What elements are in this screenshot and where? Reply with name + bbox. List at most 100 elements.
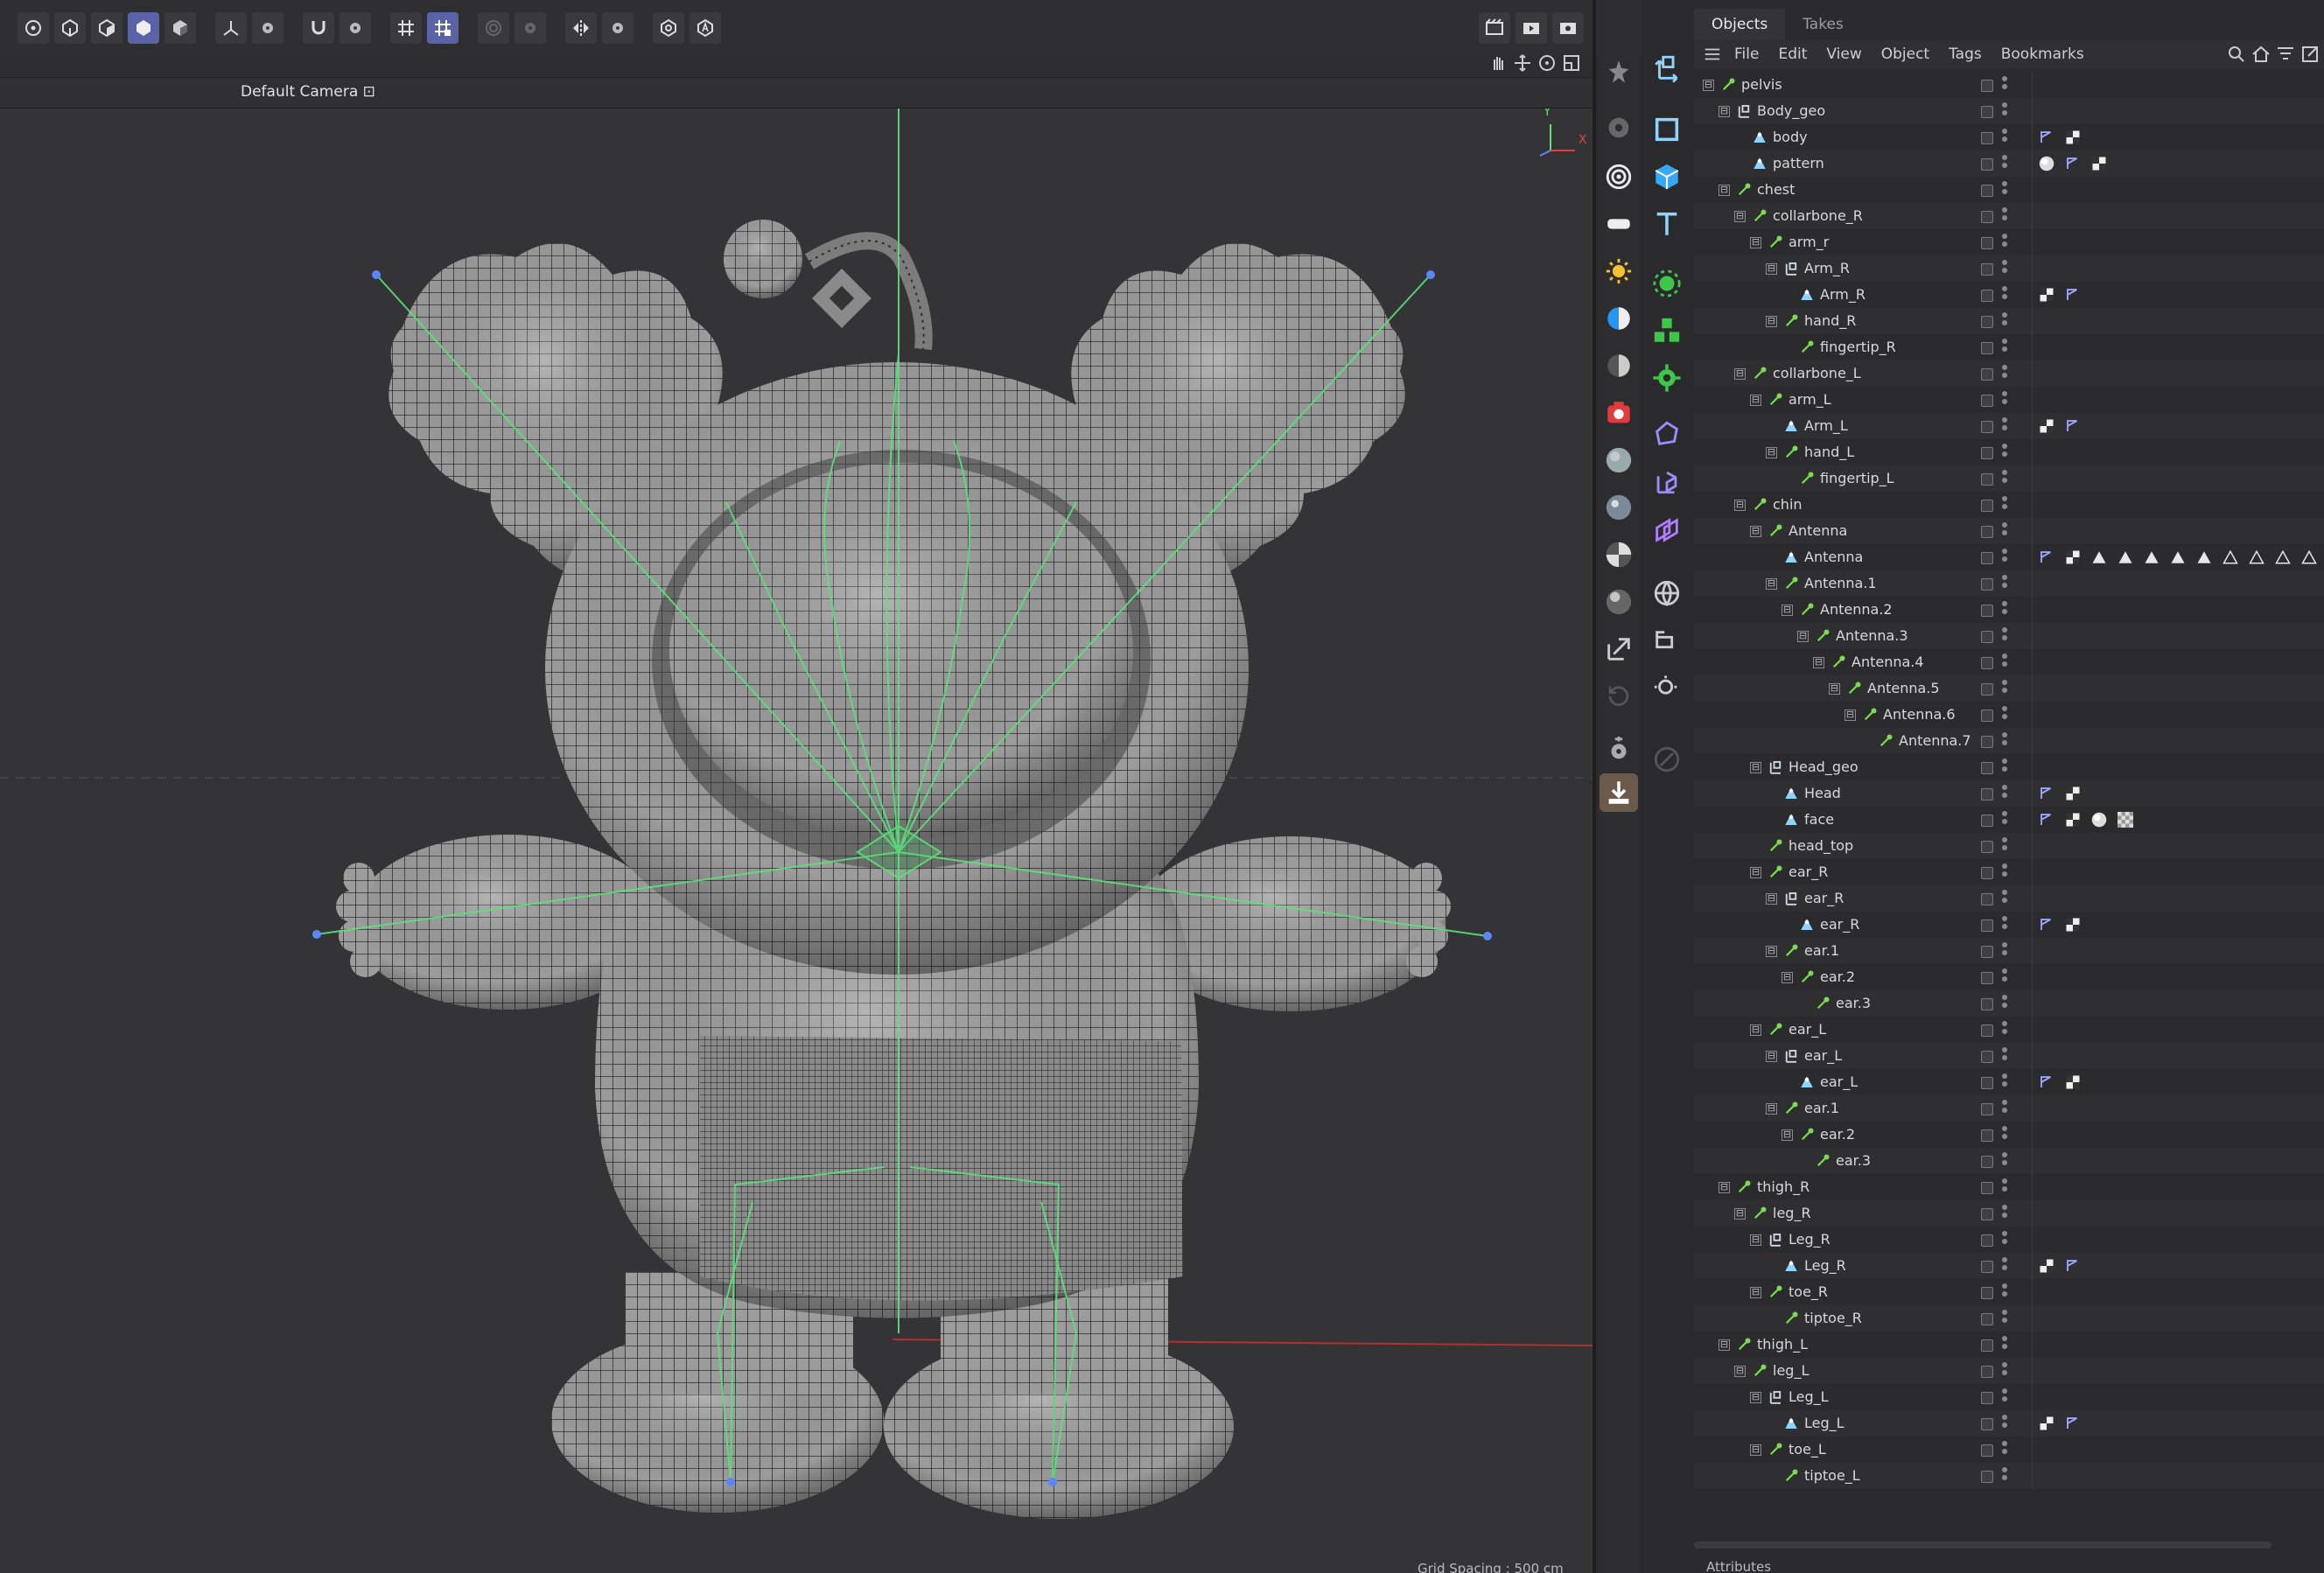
soft-select-settings-icon[interactable] [514, 12, 546, 44]
panel-divider[interactable] [1592, 0, 1596, 1573]
expand-toggle-icon[interactable]: ⊟ [1766, 316, 1777, 327]
object-name[interactable]: face [1804, 811, 1834, 828]
object-name[interactable]: pelvis [1741, 76, 1782, 93]
object-name[interactable]: Antenna.6 [1883, 706, 1956, 723]
visibility-dots[interactable] [2002, 365, 2009, 382]
edit-check-icon[interactable] [1981, 788, 1993, 800]
edit-check-icon[interactable] [1981, 1182, 1993, 1194]
checker-big-tag-icon[interactable] [2118, 812, 2133, 828]
edit-check-icon[interactable] [1981, 263, 1993, 276]
chrome-sphere-icon[interactable] [1600, 583, 1638, 621]
edit-check-icon[interactable] [1981, 1024, 1993, 1037]
edit-check-icon[interactable] [1981, 867, 1993, 879]
visibility-dots[interactable] [2002, 680, 2009, 697]
polygon-mode-icon[interactable] [91, 12, 122, 44]
expand-toggle-icon[interactable]: ⊟ [1782, 1129, 1793, 1141]
visibility-dots[interactable] [2002, 444, 2009, 461]
visibility-dots[interactable] [2002, 522, 2009, 540]
object-name[interactable]: collarbone_R [1773, 207, 1863, 224]
render-settings-icon[interactable] [1552, 12, 1584, 44]
home-icon[interactable] [2250, 44, 2272, 65]
tree-row[interactable]: body [1694, 124, 2324, 150]
visibility-dots[interactable] [2002, 1047, 2009, 1065]
tree-row[interactable]: Antenna.7 [1694, 728, 2324, 754]
object-name[interactable]: Leg_R [1788, 1231, 1830, 1248]
object-name[interactable]: Body_geo [1757, 102, 1825, 119]
edit-check-icon[interactable] [1981, 1208, 1993, 1220]
object-name[interactable]: ear_R [1804, 890, 1844, 906]
tree-row[interactable]: ⊟ collarbone_L [1694, 360, 2324, 387]
object-name[interactable]: head_top [1788, 837, 1853, 854]
visibility-dots[interactable] [2002, 312, 2009, 330]
tree-row[interactable]: ⊟ Antenna.1 [1694, 570, 2324, 597]
object-name[interactable]: ear_R [1820, 916, 1859, 933]
tree-row[interactable]: Head [1694, 780, 2324, 807]
object-name[interactable]: Leg_L [1804, 1415, 1844, 1431]
tree-row[interactable]: ear.3 [1694, 990, 2324, 1017]
axis-icon[interactable] [215, 12, 247, 44]
object-name[interactable]: arm_L [1788, 391, 1831, 408]
visibility-dots[interactable] [2002, 470, 2009, 487]
visibility-dots[interactable] [2002, 207, 2009, 225]
tree-row[interactable]: ear.3 [1694, 1148, 2324, 1174]
visibility-dots[interactable] [2002, 1415, 2009, 1432]
object-name[interactable]: collarbone_L [1773, 365, 1861, 381]
checker-sphere-icon[interactable] [1600, 535, 1638, 574]
tree-row[interactable]: head_top [1694, 833, 2324, 859]
camera-icon[interactable] [1600, 394, 1638, 432]
menu-file[interactable]: File [1734, 45, 1759, 63]
edit-check-icon[interactable] [1981, 1339, 1993, 1352]
tree-row[interactable]: ear_R [1694, 912, 2324, 938]
magnet-settings-icon[interactable] [340, 12, 371, 44]
tri-outline-tag-icon[interactable] [2249, 549, 2264, 565]
visibility-dots[interactable] [2002, 732, 2009, 750]
expand-toggle-icon[interactable]: ⊟ [1766, 263, 1777, 275]
weight-tag-icon[interactable] [2039, 786, 2054, 801]
expand-toggle-icon[interactable]: ⊟ [1734, 500, 1746, 511]
tree-row[interactable]: ⊟ leg_R [1694, 1200, 2324, 1227]
tree-row[interactable]: fingertip_R [1694, 334, 2324, 360]
object-name[interactable]: ear.2 [1820, 1126, 1855, 1143]
edit-check-icon[interactable] [1981, 1313, 1993, 1325]
sky-icon[interactable] [1600, 346, 1638, 385]
target-icon[interactable] [1600, 157, 1638, 196]
tree-row[interactable]: ⊟ toe_R [1694, 1279, 2324, 1305]
tree-row[interactable]: Leg_R [1694, 1253, 2324, 1279]
visibility-dots[interactable] [2002, 1441, 2009, 1458]
rotate-icon[interactable] [1536, 52, 1558, 73]
tree-row[interactable]: ⊟ ear.2 [1694, 964, 2324, 990]
expand-toggle-icon[interactable]: ⊟ [1766, 447, 1777, 458]
object-name[interactable]: Antenna.2 [1820, 601, 1893, 618]
tree-row[interactable]: Arm_L [1694, 413, 2324, 439]
tree-row[interactable]: ⊟ leg_L [1694, 1358, 2324, 1384]
download-icon[interactable] [1600, 773, 1638, 812]
object-name[interactable]: fingertip_L [1820, 470, 1894, 486]
tree-row[interactable]: ⊟ arm_L [1694, 387, 2324, 413]
object-name[interactable]: toe_R [1788, 1283, 1828, 1300]
object-name[interactable]: ear_L [1788, 1021, 1826, 1038]
field-icon[interactable] [1648, 511, 1686, 549]
edit-check-icon[interactable] [1981, 1129, 1993, 1142]
object-name[interactable]: Antenna [1804, 549, 1863, 565]
tree-row[interactable]: ⊟ Arm_R [1694, 255, 2324, 282]
visibility-dots[interactable] [2002, 1100, 2009, 1117]
checker-tag-icon[interactable] [2065, 129, 2081, 145]
visibility-dots[interactable] [2002, 863, 2009, 881]
tri-tag-icon[interactable] [2118, 549, 2133, 565]
edit-check-icon[interactable] [1981, 814, 1993, 827]
expand-toggle-icon[interactable]: ⊟ [1734, 1366, 1746, 1377]
magnet-icon[interactable] [303, 12, 334, 44]
tree-row[interactable]: ⊟ arm_r [1694, 229, 2324, 255]
visibility-dots[interactable] [2002, 1310, 2009, 1327]
visibility-dots[interactable] [2002, 1283, 2009, 1301]
menu-view[interactable]: View [1826, 45, 1861, 63]
object-name[interactable]: Antenna.7 [1899, 732, 1971, 749]
tree-row[interactable]: ⊟ thigh_L [1694, 1332, 2324, 1358]
tri-tag-icon[interactable] [2144, 549, 2160, 565]
gear-icon[interactable] [1600, 108, 1638, 147]
object-name[interactable]: ear_L [1820, 1073, 1858, 1090]
tree-row[interactable]: ⊟ toe_L [1694, 1437, 2324, 1463]
object-name[interactable]: pattern [1773, 155, 1824, 171]
tree-row[interactable]: ⊟ Antenna.3 [1694, 623, 2324, 649]
object-name[interactable]: ear_L [1804, 1047, 1842, 1064]
